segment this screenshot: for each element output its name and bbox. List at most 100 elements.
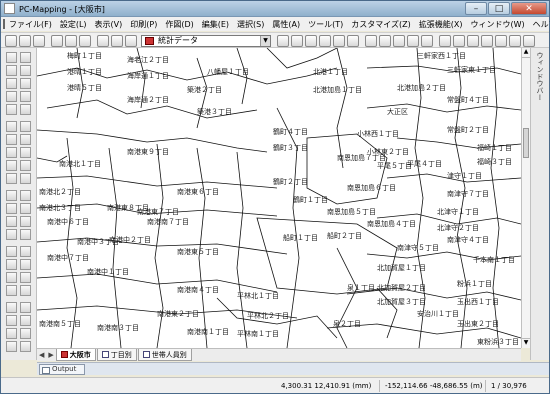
symbol-icon[interactable] [481,35,493,47]
save-icon[interactable] [33,35,45,47]
map-canvas[interactable]: 梅町１丁目 海老江２丁目 八幡屋１丁目 北港１丁目 北港加島１丁目 北港加島２丁… [37,48,521,348]
point-tool-icon[interactable] [6,134,17,145]
measure-icon[interactable] [453,35,465,47]
app-icon[interactable] [4,3,15,14]
search-icon[interactable] [6,229,17,240]
pin-edit-icon[interactable] [379,35,391,47]
tab-osaka-city[interactable]: 大阪市 [55,349,96,361]
menu-select[interactable]: 選択(S) [237,19,264,30]
polyline-icon[interactable] [20,121,31,132]
tab-by-chome[interactable]: 丁目別 [96,349,137,361]
chevron-down-icon[interactable]: ▼ [260,36,270,46]
pin-delete-icon[interactable] [407,35,419,47]
buffer-icon[interactable] [6,216,17,227]
attribute-icon[interactable] [6,285,17,296]
output-tab[interactable]: Output [39,364,85,375]
minimize-button[interactable]: – [465,2,487,15]
menu-print[interactable]: 印刷(P) [130,19,157,30]
tab-household-size[interactable]: 世帯人員別 [137,349,192,361]
circle-icon[interactable] [20,78,31,89]
pin-search-icon[interactable] [421,35,433,47]
help-icon[interactable] [20,341,31,352]
image-icon[interactable] [467,35,479,47]
scroll-thumb[interactable] [523,128,529,158]
text-tool-icon[interactable] [20,134,31,145]
scroll-up-icon[interactable]: ▲ [522,48,530,58]
menu-settings[interactable]: 設定(L) [60,19,87,30]
paste-icon[interactable] [79,35,91,47]
rotate-icon[interactable] [6,190,17,201]
menu-edit[interactable]: 編集(E) [202,19,229,30]
maximize-button[interactable]: □ [488,2,510,15]
split-icon[interactable] [6,203,17,214]
vertex-icon[interactable] [20,246,31,257]
fit-icon[interactable] [20,91,31,102]
tab-prev-icon[interactable]: ◀ [39,351,44,359]
zoom-in-icon[interactable] [6,65,17,76]
layer-tool-icon[interactable] [277,35,289,47]
menu-draw[interactable]: 作図(D) [165,19,193,30]
info-icon[interactable] [523,35,535,47]
menu-customize[interactable]: カスタマイズ(Z) [351,19,410,30]
zoom-out-icon[interactable] [20,65,31,76]
chart-icon[interactable] [305,35,317,47]
menu-tools[interactable]: ツール(T) [308,19,343,30]
undo-icon[interactable] [97,35,109,47]
pin-icon[interactable] [365,35,377,47]
brush-icon[interactable] [6,173,17,184]
clip-icon[interactable] [20,216,31,227]
curve-icon[interactable] [20,259,31,270]
move-icon[interactable] [20,190,31,201]
lock-icon[interactable] [6,341,17,352]
line-tool-icon[interactable] [6,121,17,132]
redo-icon[interactable] [111,35,123,47]
photo-icon[interactable] [20,328,31,339]
link-icon[interactable] [20,285,31,296]
snap-icon[interactable] [6,246,17,257]
rectangle-icon[interactable] [6,78,17,89]
window-bar-panel[interactable]: ウィンドウバー [530,48,549,360]
magnifier-icon[interactable] [6,91,17,102]
new-file-icon[interactable] [5,35,17,47]
layer-up-icon[interactable] [6,315,17,326]
node-edit-icon[interactable] [20,147,31,158]
table-tool-icon[interactable] [6,147,17,158]
layer-select[interactable]: 統計データ ▼ [141,35,271,47]
grid-tool-icon[interactable] [6,104,17,115]
style-icon[interactable] [20,302,31,313]
grid-icon[interactable] [439,35,451,47]
merge-icon[interactable] [20,203,31,214]
menu-window[interactable]: ウィンドウ(W) [470,19,524,30]
color-icon[interactable] [6,302,17,313]
hatch-icon[interactable] [20,272,31,283]
attribute-table-icon[interactable] [291,35,303,47]
menu-extensions[interactable]: 拡張機能(X) [419,19,463,30]
close-button[interactable]: ✕ [511,2,547,15]
pin-move-icon[interactable] [393,35,405,47]
gps-icon[interactable] [6,328,17,339]
tab-next-icon[interactable]: ▶ [48,351,53,359]
calculator-icon[interactable] [333,35,345,47]
open-folder-icon[interactable] [19,35,31,47]
database-icon[interactable] [319,35,331,47]
cut-icon[interactable] [51,35,63,47]
arc-icon[interactable] [6,259,17,270]
document-icon[interactable] [3,19,5,29]
menu-help[interactable]: ヘルプ(H) [533,19,550,30]
phone-icon[interactable] [347,35,359,47]
menu-attribute[interactable]: 属性(A) [272,19,300,30]
fill-icon[interactable] [20,173,31,184]
select-arrow-icon[interactable] [6,52,17,63]
label-icon[interactable] [20,229,31,240]
symbol-tool-icon[interactable] [6,272,17,283]
menu-view[interactable]: 表示(V) [95,19,123,30]
export-icon[interactable] [495,35,507,47]
copy-icon[interactable] [65,35,77,47]
print-icon[interactable] [125,35,137,47]
menu-file[interactable]: ファイル(F) [9,19,52,30]
eraser-icon[interactable] [6,160,17,171]
pencil-icon[interactable] [20,160,31,171]
polygon-icon[interactable] [20,104,31,115]
scroll-down-icon[interactable]: ▼ [522,338,530,348]
pan-icon[interactable] [20,52,31,63]
